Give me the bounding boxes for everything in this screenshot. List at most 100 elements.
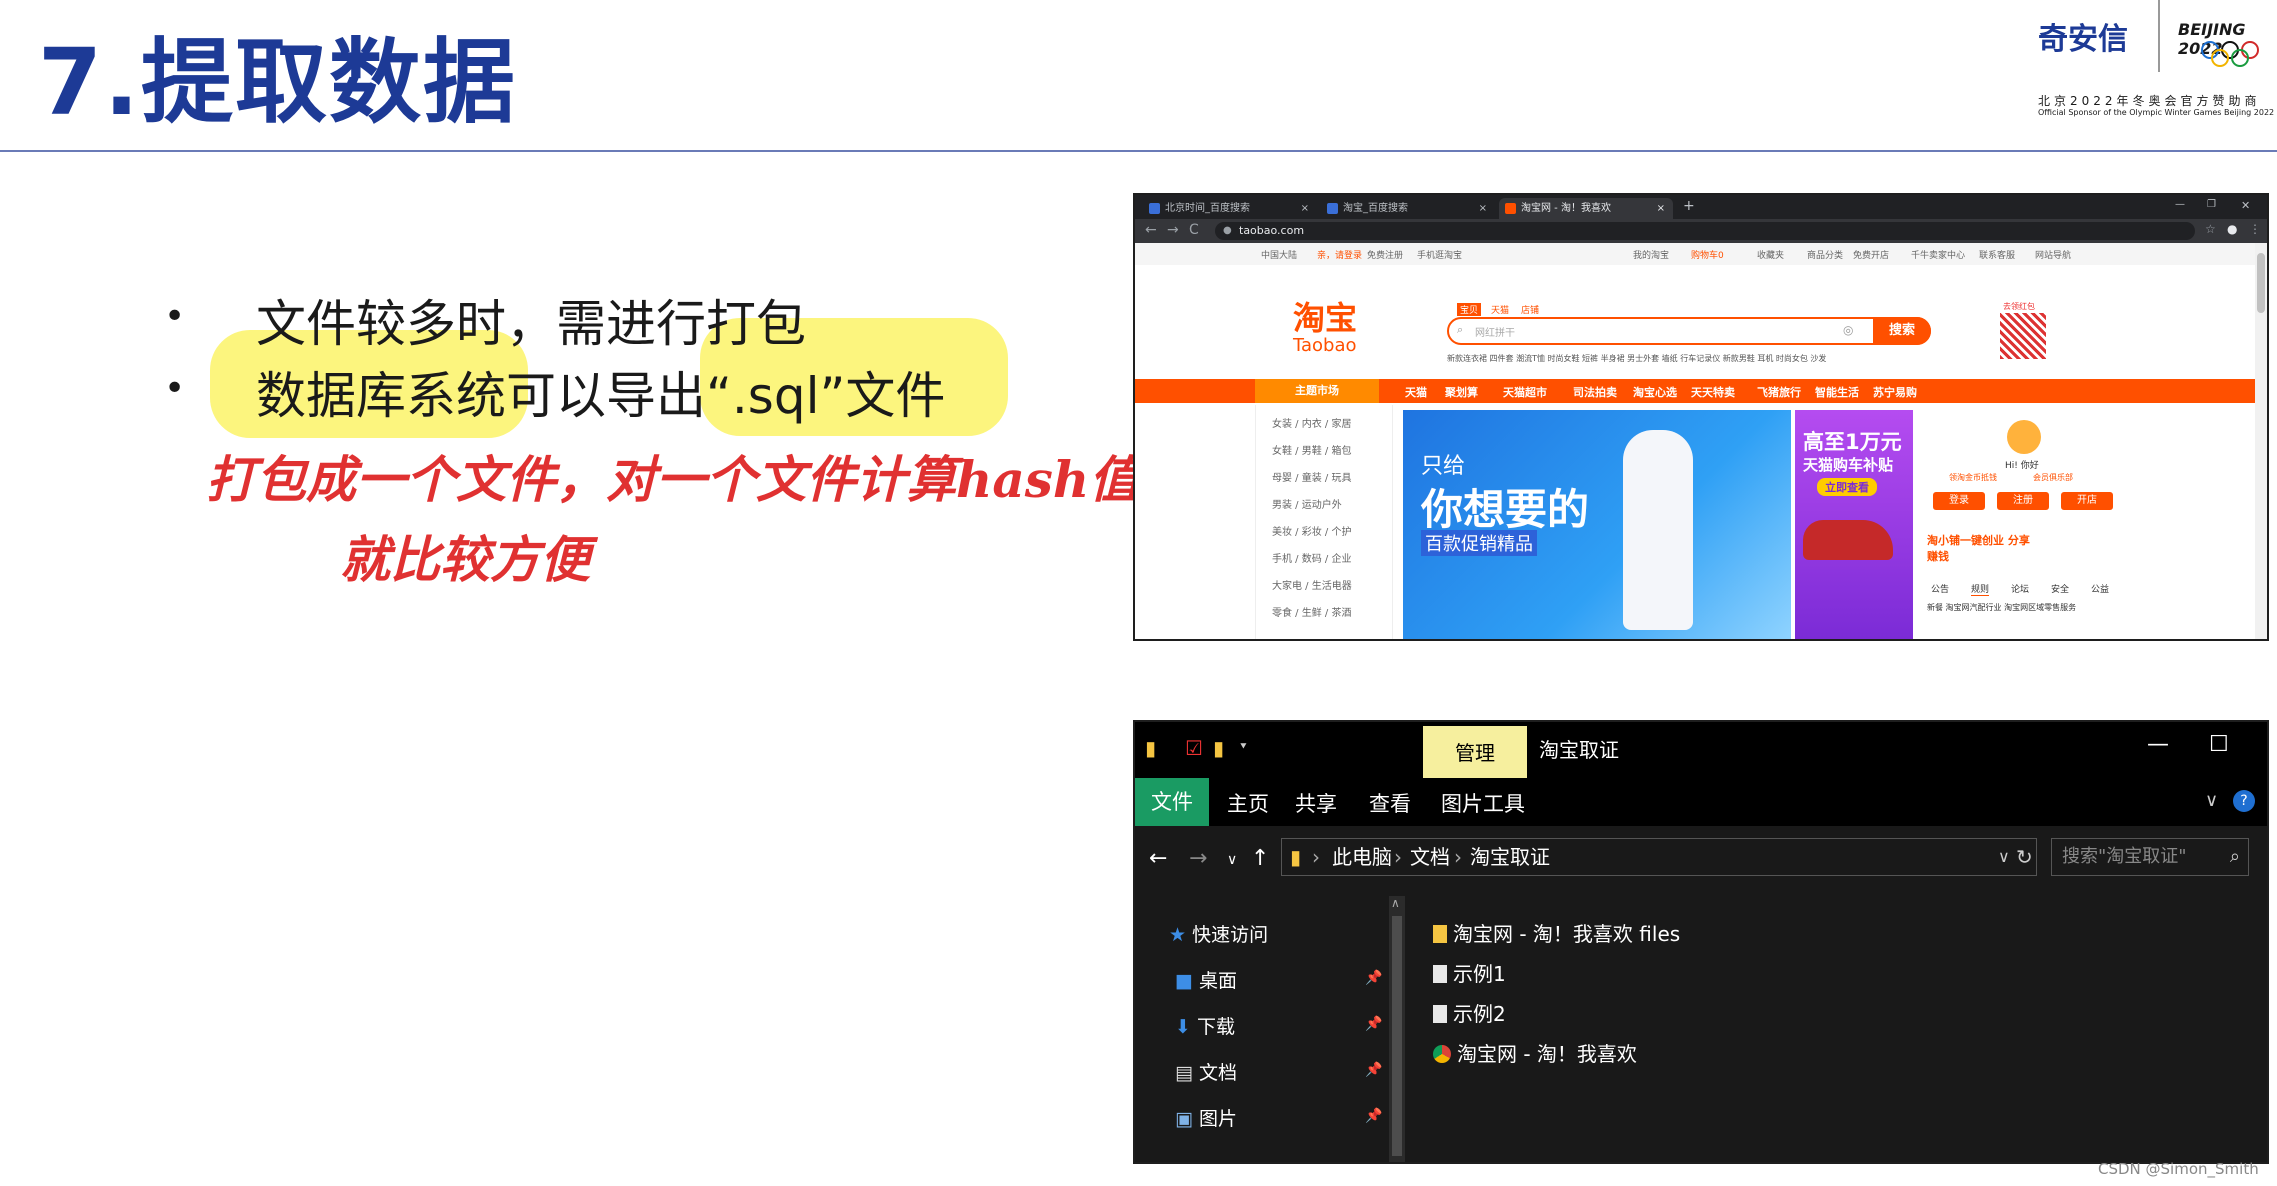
breadcrumb[interactable]: ▮ › 此电脑 › 文档 › 淘宝取证 ∨ ↻: [1281, 838, 2037, 876]
tab-file[interactable]: 文件: [1135, 778, 1209, 826]
maximize-button[interactable]: ☐: [2209, 732, 2229, 757]
notice-text[interactable]: 新餐 淘宝网汽配行业 淘宝网区域零售服务: [1927, 602, 2076, 613]
site-link[interactable]: 收藏夹: [1757, 248, 1784, 261]
sidebar-item-desktop[interactable]: ■ 桌面: [1175, 966, 1237, 993]
ad-button[interactable]: 立即查看: [1817, 478, 1877, 496]
url-field[interactable]: ● taobao.com: [1215, 222, 2195, 240]
taobao-logo-en[interactable]: Taobao: [1293, 335, 1357, 356]
category-item[interactable]: 飞猪旅行: [1757, 384, 1801, 400]
breadcrumb-item[interactable]: 文档: [1410, 839, 1450, 875]
user-perk[interactable]: 领淘金币抵钱: [1949, 472, 1997, 483]
car-ad[interactable]: 高至1万元 天猫购车补贴 立即查看: [1795, 410, 1913, 639]
taobao-logo[interactable]: 淘宝: [1293, 293, 1357, 339]
category-item[interactable]: 淘宝心选: [1633, 384, 1677, 400]
category-item[interactable]: 天猫超市: [1503, 384, 1547, 400]
category-item[interactable]: 聚划算: [1445, 384, 1478, 400]
site-link[interactable]: 中国大陆: [1261, 248, 1297, 261]
folder-icon[interactable]: ▮: [1145, 736, 1156, 760]
bookmark-star-icon[interactable]: ☆: [2205, 222, 2216, 236]
back-icon[interactable]: ←: [1145, 222, 1157, 238]
login-button[interactable]: 登录: [1933, 492, 1985, 510]
menu-item[interactable]: 母婴 / 童装 / 玩具: [1272, 469, 1351, 484]
close-icon[interactable]: ×: [1479, 198, 1487, 219]
close-window-button[interactable]: ✕: [2241, 199, 2250, 212]
sidebar-item-pictures[interactable]: ▣ 图片: [1175, 1104, 1237, 1131]
scroll-thumb[interactable]: [1392, 916, 1402, 1156]
profile-icon[interactable]: ●: [2227, 222, 2237, 236]
site-link[interactable]: 免费开店: [1853, 248, 1889, 261]
category-item[interactable]: 天猫: [1405, 384, 1427, 400]
notice-tab[interactable]: 公告: [1931, 582, 1949, 595]
minimize-button[interactable]: —: [2175, 199, 2185, 210]
up-icon[interactable]: ↑: [1251, 846, 1269, 871]
forward-icon[interactable]: →: [1189, 846, 1207, 871]
page-scrollbar[interactable]: [2255, 243, 2267, 639]
notice-tab[interactable]: 论坛: [2011, 582, 2029, 595]
forward-icon[interactable]: →: [1167, 222, 1179, 238]
search-tab[interactable]: 宝贝: [1457, 303, 1482, 316]
tab-home[interactable]: 主页: [1227, 788, 1269, 818]
scroll-thumb[interactable]: [2257, 253, 2265, 313]
menu-item[interactable]: 零食 / 生鲜 / 茶酒: [1272, 604, 1351, 619]
new-tab-button[interactable]: +: [1683, 198, 1695, 214]
user-perk[interactable]: 会员俱乐部: [2033, 472, 2073, 483]
sidebar-item-quick-access[interactable]: ★ 快速访问: [1169, 920, 1268, 947]
properties-icon[interactable]: ☑: [1185, 736, 1203, 760]
pin-icon[interactable]: 📌: [1365, 1016, 1382, 1032]
category-item[interactable]: 天天特卖: [1691, 384, 1735, 400]
notice-tab[interactable]: 规则: [1971, 582, 1990, 596]
site-link[interactable]: 联系客服: [1979, 248, 2015, 261]
promo-banner[interactable]: 只给 你想要的 百款促销精品: [1403, 410, 1791, 639]
menu-icon[interactable]: ⋮: [2249, 222, 2261, 236]
breadcrumb-item[interactable]: 此电脑: [1332, 839, 1392, 875]
list-item[interactable]: 淘宝网 - 淘！我喜欢: [1433, 1038, 1637, 1067]
tab-share[interactable]: 共享: [1295, 788, 1337, 818]
pin-icon[interactable]: 📌: [1365, 1108, 1382, 1124]
breadcrumb-item[interactable]: 淘宝取证: [1470, 839, 1550, 875]
category-item[interactable]: 苏宁易购: [1873, 384, 1917, 400]
open-shop-button[interactable]: 开店: [2061, 492, 2113, 510]
pin-icon[interactable]: 📌: [1365, 970, 1382, 986]
menu-item[interactable]: 手机 / 数码 / 企业: [1272, 550, 1351, 565]
category-item[interactable]: 司法拍卖: [1573, 384, 1617, 400]
close-icon[interactable]: ×: [1657, 198, 1665, 219]
list-item[interactable]: 示例2: [1433, 998, 1506, 1027]
tab-view[interactable]: 查看: [1369, 788, 1411, 818]
site-link[interactable]: 购物车0: [1691, 248, 1724, 261]
menu-item[interactable]: 大家电 / 生活电器: [1272, 577, 1352, 592]
scroll-up-icon[interactable]: ∧: [1391, 896, 1400, 910]
browser-tab[interactable]: 北京时间_百度搜索 ×: [1143, 198, 1317, 219]
site-link[interactable]: 我的淘宝: [1633, 248, 1669, 261]
refresh-icon[interactable]: ↻: [2016, 839, 2033, 875]
maximize-button[interactable]: ❐: [2207, 199, 2216, 210]
recent-locations-icon[interactable]: ∨: [1227, 852, 1237, 868]
manage-context-tab[interactable]: 管理: [1423, 726, 1527, 778]
help-icon[interactable]: ?: [2233, 790, 2255, 812]
search-tab[interactable]: 天猫: [1491, 303, 1509, 316]
site-link[interactable]: 免费注册: [1367, 248, 1403, 261]
site-search-button[interactable]: 搜索: [1873, 317, 1931, 345]
site-link[interactable]: 亲，请登录: [1317, 248, 1362, 261]
pin-icon[interactable]: 📌: [1365, 1062, 1382, 1078]
category-theme[interactable]: 主题市场: [1255, 379, 1379, 403]
customize-quick-access-icon[interactable]: ⯆: [1239, 740, 1248, 754]
search-input[interactable]: 搜索"淘宝取证" ⌕: [2051, 838, 2249, 876]
reload-icon[interactable]: C: [1189, 222, 1199, 238]
site-link[interactable]: 网站导航: [2035, 248, 2071, 261]
hot-words[interactable]: 新款连衣裙 四件套 潮流T恤 时尚女鞋 短裤 半身裙 男士外套 墙纸 行车记录仪…: [1447, 353, 1826, 364]
site-link[interactable]: 商品分类: [1807, 248, 1843, 261]
back-icon[interactable]: ←: [1149, 846, 1167, 871]
browser-tab[interactable]: 淘宝_百度搜索 ×: [1321, 198, 1495, 219]
list-item[interactable]: 示例1: [1433, 958, 1506, 987]
browser-tab-active[interactable]: 淘宝网 - 淘！我喜欢 ×: [1499, 198, 1673, 219]
menu-item[interactable]: 女装 / 内衣 / 家居: [1272, 415, 1351, 430]
site-search-input[interactable]: ⌕ 网红拼干 ◎: [1447, 317, 1931, 345]
menu-item[interactable]: 美妆 / 彩妆 / 个护: [1272, 523, 1351, 538]
site-link[interactable]: 手机逛淘宝: [1417, 248, 1462, 261]
menu-item[interactable]: 女鞋 / 男鞋 / 箱包: [1272, 442, 1351, 457]
tab-picture-tools[interactable]: 图片工具: [1441, 788, 1525, 818]
site-link[interactable]: 千牛卖家中心: [1911, 248, 1965, 261]
user-promo[interactable]: 淘小铺一键创业 分享赚钱: [1927, 532, 2037, 564]
sidebar-item-documents[interactable]: ▤ 文档: [1175, 1058, 1237, 1085]
notice-tab[interactable]: 安全: [2051, 582, 2069, 595]
